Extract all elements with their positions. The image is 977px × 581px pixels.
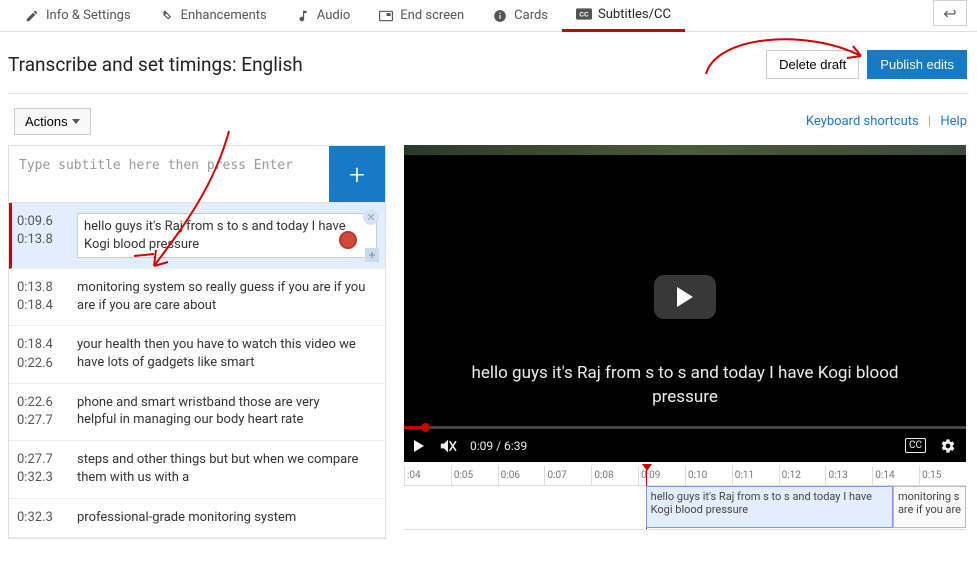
- subtitle-row[interactable]: 0:22.60:27.7 phone and smart wristband th…: [9, 384, 385, 441]
- time-ruler[interactable]: :040:050:060:070:080:090:100:110:120:130…: [404, 466, 966, 486]
- timeline-segments[interactable]: hello guys it's Raj from s to s and toda…: [404, 486, 966, 530]
- header-row: Transcribe and set timings: English Dele…: [0, 32, 977, 93]
- music-note-icon: [295, 8, 311, 24]
- insert-below-icon[interactable]: +: [365, 248, 379, 262]
- start-time[interactable]: 0:32.3: [17, 509, 67, 527]
- video-panel: hello guys it's Raj from s to s and toda…: [404, 145, 969, 539]
- actions-label: Actions: [25, 114, 68, 129]
- wand-icon: [159, 8, 175, 24]
- subtitle-row[interactable]: 0:13.80:18.4 monitoring system so really …: [9, 269, 385, 326]
- subtitle-times[interactable]: 0:32.3: [17, 509, 67, 527]
- subtitle-row[interactable]: 0:32.3 professional-grade monitoring syst…: [9, 499, 385, 538]
- video-player[interactable]: hello guys it's Raj from s to s and toda…: [404, 145, 966, 462]
- actions-bar: Actions Keyboard shortcuts | Help: [0, 104, 977, 145]
- timeline-segment[interactable]: hello guys it's Raj from s to s and toda…: [646, 486, 893, 528]
- tab-label: Enhancements: [181, 8, 267, 23]
- help-link[interactable]: Help: [940, 114, 967, 129]
- page-title: Transcribe and set timings: English: [8, 53, 303, 76]
- subtitle-text[interactable]: hello guys it's Raj from s to s and toda…: [77, 213, 377, 258]
- end-time[interactable]: 0:18.4: [17, 297, 67, 315]
- tab-label: Audio: [317, 8, 350, 23]
- subtitle-input-row: +: [9, 146, 385, 203]
- help-links: Keyboard shortcuts | Help: [806, 114, 977, 129]
- reply-arrow-icon: ↩: [943, 4, 956, 23]
- subtitle-times[interactable]: 0:27.70:32.3: [17, 451, 67, 487]
- start-time[interactable]: 0:18.4: [17, 336, 67, 354]
- tab-label: Subtitles/CC: [598, 7, 671, 22]
- endscreen-icon: [378, 8, 394, 24]
- publish-edits-button[interactable]: Publish edits: [867, 50, 967, 79]
- subtitle-text: your health then you have to watch this …: [77, 336, 377, 372]
- svg-text:CC: CC: [579, 11, 589, 18]
- subtitle-times[interactable]: 0:18.40:22.6: [17, 336, 67, 372]
- subtitle-times[interactable]: 0:13.80:18.4: [17, 279, 67, 315]
- add-subtitle-button[interactable]: +: [329, 146, 385, 202]
- play-icon: [677, 287, 693, 307]
- tab-audio[interactable]: Audio: [281, 0, 364, 32]
- subtitle-editor: + 0:09.60:13.8hello guys it's Raj from s…: [8, 145, 386, 539]
- tab-enhancements[interactable]: Enhancements: [145, 0, 281, 32]
- caption-overlay: hello guys it's Raj from s to s and toda…: [404, 362, 966, 410]
- end-time[interactable]: 0:13.8: [17, 231, 67, 249]
- play-button[interactable]: [414, 440, 424, 452]
- end-time[interactable]: 0:32.3: [17, 469, 67, 487]
- main-content: + 0:09.60:13.8hello guys it's Raj from s…: [0, 145, 977, 539]
- record-icon[interactable]: [339, 231, 357, 249]
- actions-dropdown[interactable]: Actions: [14, 108, 91, 135]
- timeline-segment[interactable]: monitoring s are if you are: [893, 486, 966, 528]
- delete-draft-button[interactable]: Delete draft: [766, 50, 859, 79]
- remove-subtitle-icon[interactable]: ✕: [363, 209, 379, 225]
- subtitle-row[interactable]: 0:18.40:22.6 your health then you have to…: [9, 326, 385, 383]
- cc-toggle[interactable]: CC: [905, 438, 926, 453]
- info-icon: [492, 8, 508, 24]
- tab-info-settings[interactable]: Info & Settings: [10, 0, 145, 32]
- timeline[interactable]: :040:050:060:070:080:090:100:110:120:130…: [404, 466, 966, 530]
- subtitle-times[interactable]: 0:09.60:13.8: [17, 213, 67, 258]
- start-time[interactable]: 0:27.7: [17, 451, 67, 469]
- tab-label: Info & Settings: [46, 8, 131, 23]
- subtitle-list[interactable]: 0:09.60:13.8hello guys it's Raj from s t…: [9, 203, 385, 538]
- separator: [8, 93, 969, 94]
- time-display: 0:09 / 6:39: [470, 439, 527, 453]
- start-time[interactable]: 0:13.8: [17, 279, 67, 297]
- cc-icon: CC: [576, 6, 592, 22]
- subtitle-row[interactable]: 0:09.60:13.8hello guys it's Raj from s t…: [9, 203, 385, 269]
- header-actions: Delete draft Publish edits: [766, 50, 967, 79]
- tab-end-screen[interactable]: End screen: [364, 0, 478, 32]
- tab-label: Cards: [514, 8, 548, 23]
- video-thumbnail-strip: [404, 145, 966, 155]
- reply-button[interactable]: ↩: [933, 0, 967, 26]
- subtitle-text: phone and smart wristband those are very…: [77, 394, 377, 430]
- subtitle-input[interactable]: [9, 146, 329, 202]
- tab-subtitles-cc[interactable]: CC Subtitles/CC: [562, 0, 685, 32]
- keyboard-shortcuts-link[interactable]: Keyboard shortcuts: [806, 114, 919, 129]
- end-time[interactable]: 0:22.6: [17, 355, 67, 373]
- editor-tabs: Info & Settings Enhancements Audio End s…: [0, 0, 977, 32]
- end-time[interactable]: 0:27.7: [17, 412, 67, 430]
- subtitle-row[interactable]: 0:27.70:32.3 steps and other things but b…: [9, 441, 385, 498]
- start-time[interactable]: 0:22.6: [17, 394, 67, 412]
- divider: |: [928, 114, 931, 129]
- subtitle-text: professional-grade monitoring system: [77, 509, 377, 527]
- settings-gear-icon[interactable]: [940, 438, 956, 454]
- playhead-layer: [404, 466, 966, 486]
- chevron-down-icon: [72, 119, 80, 124]
- subtitle-text: monitoring system so really guess if you…: [77, 279, 377, 315]
- subtitle-times[interactable]: 0:22.60:27.7: [17, 394, 67, 430]
- mute-button[interactable]: [438, 438, 456, 454]
- player-controls: 0:09 / 6:39 CC: [404, 429, 966, 462]
- play-big-button[interactable]: [654, 275, 716, 319]
- pencil-icon: [24, 8, 40, 24]
- tab-label: End screen: [400, 8, 464, 23]
- subtitle-text: steps and other things but but when we c…: [77, 451, 377, 487]
- tab-cards[interactable]: Cards: [478, 0, 562, 32]
- start-time[interactable]: 0:09.6: [17, 213, 67, 231]
